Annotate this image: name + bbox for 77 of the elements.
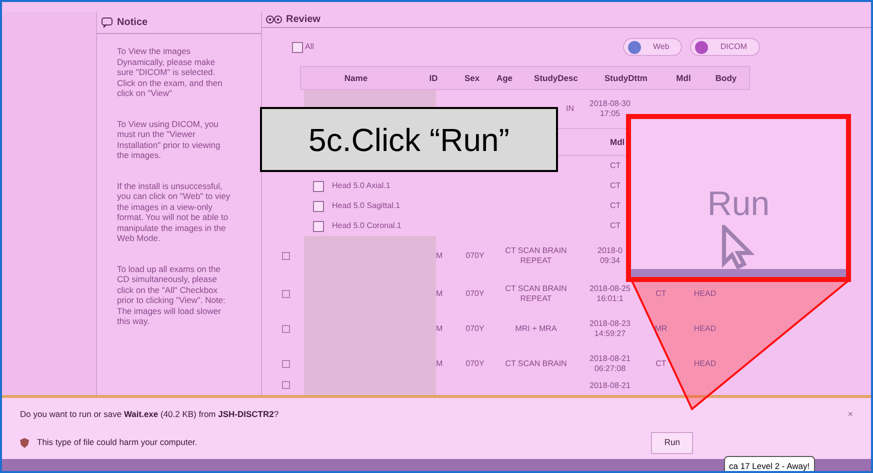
table-cell-text: MRI + MRA	[514, 324, 558, 334]
series-label[interactable]: Head 5.0 Sagittal.1	[332, 200, 400, 212]
table-cell: 16:01:1	[596, 294, 624, 304]
shield-icon	[20, 438, 29, 448]
table-cell: 2018-08-30	[590, 99, 630, 109]
table-cell: 2018-08-21	[590, 354, 630, 364]
notice-paragraph: To load up all exams on the CD simultaneously, please click on the "All" Checkbox prior to clicking "View". Note: The images will load slower this way.	[117, 264, 226, 326]
expand-icon[interactable]	[282, 324, 290, 332]
checkbox[interactable]	[313, 180, 324, 192]
eyes-icon	[266, 15, 282, 24]
column-header[interactable]: StudyDesc	[521, 72, 591, 84]
table-cell-text: M	[436, 358, 444, 370]
table-cell: 2018-08-25	[590, 284, 630, 294]
table-cell-text: 070Y	[464, 358, 486, 370]
column-header[interactable]: StudyDttm	[591, 72, 661, 84]
column-header[interactable]: Sex	[456, 72, 488, 84]
column-header[interactable]: Name	[301, 72, 411, 84]
table-cell-text: CT SCAN BRAIN	[504, 358, 568, 368]
table-cell: 09:34	[600, 256, 620, 266]
notice-paragraph: To View using DICOM, you must run the "Viewer Installation" prior to viewing the images.	[117, 118, 222, 160]
table-cell-text: MR	[654, 322, 668, 334]
table-cell-text: IN	[565, 103, 575, 115]
download-message: Do you want to run or save Wait.exe (40.2 KB) from JSH-DISCTR2?	[20, 408, 279, 422]
warning-text: This type of file could harm your computer.	[37, 436, 198, 449]
table-cell: 2018-08-21	[590, 381, 630, 391]
column-header[interactable]: Mdl	[661, 72, 706, 84]
notice-paragraph: If the install is unsuccessful, you can click on "Web" to viey the images in a view-only format. You will not be able to manipulate the images in the Web Mode.	[117, 180, 232, 244]
column-header[interactable]: Body	[706, 72, 746, 84]
column-header[interactable]: ID	[411, 72, 456, 84]
table-cell-text: CT SCAN BRAIN REPEAT	[504, 284, 568, 304]
table-cell-text: 070Y	[464, 250, 486, 262]
view-mode-button[interactable]: DICOM	[690, 38, 760, 56]
checkbox-label: All	[305, 41, 314, 53]
tooltip: ca 17 Level 2 - Away!	[724, 456, 815, 471]
run-button[interactable]: Run	[651, 432, 693, 454]
panel-title: Review	[286, 13, 320, 27]
radio-icon	[695, 40, 708, 54]
expand-icon[interactable]	[282, 360, 290, 368]
table-cell-text: CT	[610, 200, 622, 212]
table-cell-text: HEAD	[692, 358, 718, 370]
cursor-icon	[722, 225, 756, 269]
expand-icon[interactable]	[282, 252, 290, 260]
table-cell: 14:59:27	[594, 328, 626, 338]
table-cell-text: CT	[610, 220, 622, 232]
checkbox[interactable]	[313, 200, 324, 212]
expand-icon[interactable]	[282, 290, 290, 298]
table-cell-text: CT	[610, 180, 622, 192]
table-cell-text: 070Y	[464, 322, 486, 334]
table-cell-text: 070Y	[464, 288, 486, 300]
table-cell-text: CT	[610, 160, 622, 172]
series-label[interactable]: Head 5.0 Axial.1	[332, 180, 390, 192]
table-cell: 2018-08-23	[590, 318, 630, 328]
panel-title: Notice	[117, 16, 148, 30]
table-cell-text: CT SCAN BRAIN REPEAT	[504, 246, 568, 266]
checkbox[interactable]	[292, 42, 303, 52]
view-mode-button[interactable]: Web	[623, 38, 682, 56]
table-cell-text: CT	[654, 358, 668, 370]
table-cell: 17:05	[600, 109, 620, 119]
table-cell-text: HEAD	[692, 288, 718, 300]
table-cell-text: M	[436, 288, 444, 300]
table-cell: 2018-0	[598, 246, 622, 256]
notice-paragraph: To View the images Dynamically, please make sure "DICOM" is selected. Click on the exam, and then click on "View"	[117, 46, 224, 98]
expand-icon[interactable]	[282, 381, 290, 389]
speech-bubble-icon	[101, 17, 113, 28]
series-label[interactable]: Head 5.0 Coronal.1	[332, 220, 402, 232]
magnified-label: Run	[707, 187, 770, 221]
radio-icon	[628, 40, 642, 54]
table-cell-text: CT	[654, 288, 668, 300]
column-header[interactable]: Age	[488, 72, 521, 84]
column-header[interactable]: Mdl	[610, 136, 625, 148]
table-cell: 06:27:08	[594, 364, 626, 374]
close-button[interactable]: ×	[848, 408, 853, 422]
table-cell-text: M	[436, 250, 444, 262]
table-cell-text: M	[436, 322, 444, 334]
checkbox[interactable]	[313, 220, 324, 232]
table-cell-text: HEAD	[692, 322, 718, 334]
caption-box: 5c.Click “Run”	[260, 107, 558, 172]
